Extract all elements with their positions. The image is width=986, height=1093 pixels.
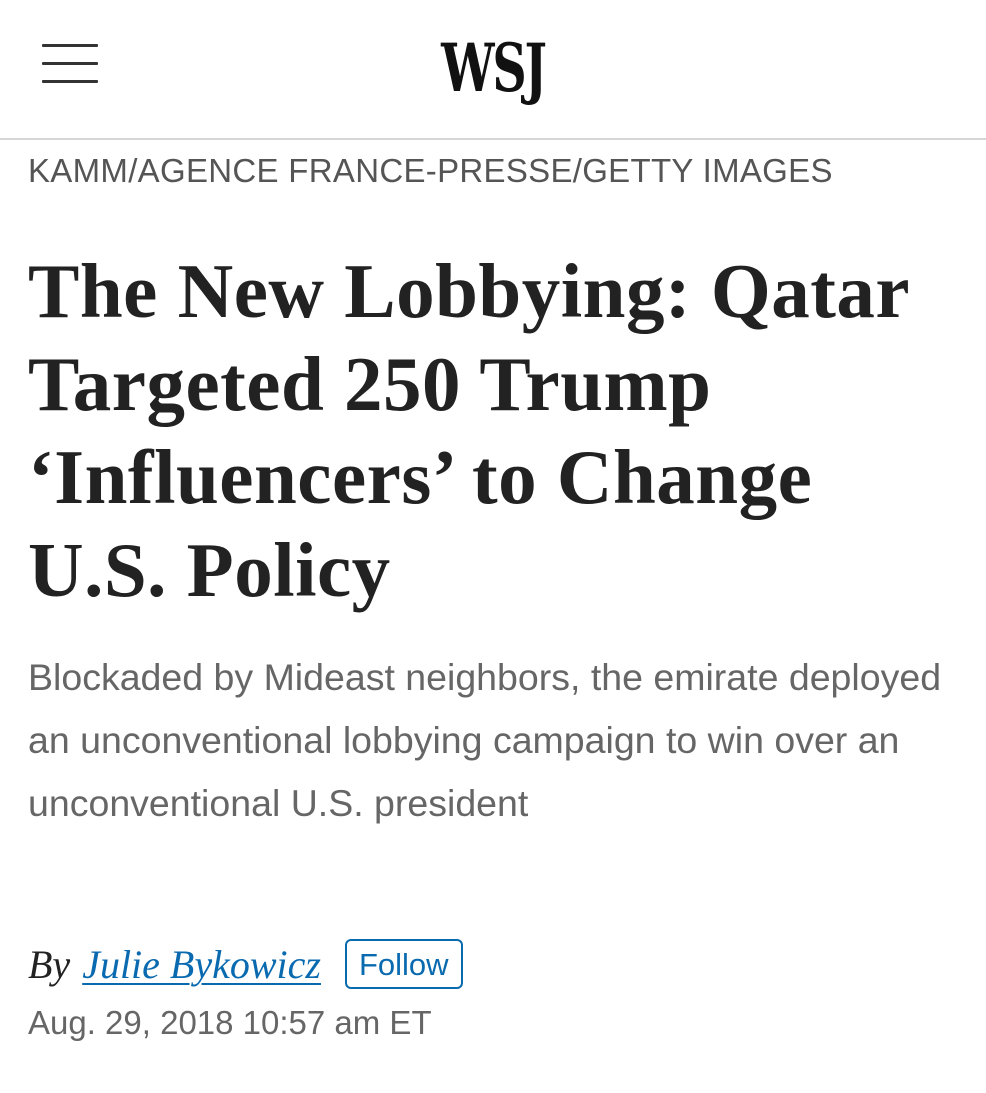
author-link[interactable]: Julie Bykowicz	[82, 941, 321, 988]
menu-icon-line	[42, 80, 98, 83]
article-dek: Blockaded by Mideast neighbors, the emir…	[28, 656, 942, 824]
menu-icon-line	[42, 44, 98, 47]
article-headline: The New Lobbying: Qatar Targeted 250 Tru…	[28, 248, 909, 613]
byline-prefix: By	[28, 941, 71, 987]
menu-icon-line	[42, 62, 98, 65]
photo-credit: KAMM/AGENCE FRANCE-PRESSE/GETTY IMAGES	[28, 152, 833, 189]
byline: By Julie Bykowicz Follow	[28, 934, 463, 994]
wsj-logo[interactable]: WSJ	[138, 28, 848, 108]
follow-button[interactable]: Follow	[344, 939, 463, 989]
hamburger-menu-icon[interactable]	[38, 40, 100, 90]
top-bar: WSJ	[0, 0, 986, 140]
publish-timestamp: Aug. 29, 2018 10:57 am ET	[28, 1004, 432, 1041]
